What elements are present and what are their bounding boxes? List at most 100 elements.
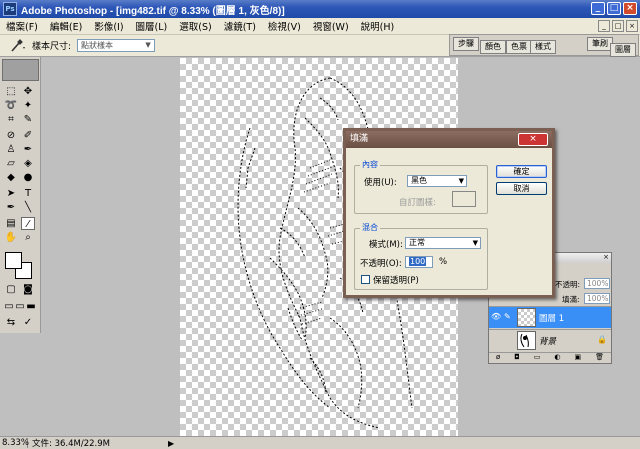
brush-link-icon[interactable]: ✎ xyxy=(504,312,514,324)
doc-restore-button[interactable]: □ xyxy=(612,20,624,32)
mode-label: 模式(M): xyxy=(369,240,403,250)
notes-icon[interactable]: ▤ xyxy=(4,217,18,230)
photoshop-window: Ps Adobe Photoshop - [img482.tif @ 8.33%… xyxy=(0,0,640,449)
history-brush-icon[interactable]: ✒ xyxy=(21,143,35,156)
move-icon[interactable]: ✥ xyxy=(21,85,35,98)
magic-wand-icon[interactable]: ✦ xyxy=(21,99,35,112)
hand-icon[interactable]: ✋ xyxy=(4,231,18,244)
window-title: Adobe Photoshop - [img482.tif @ 8.33% (圖… xyxy=(21,5,285,17)
chevron-down-icon: ▼ xyxy=(458,177,464,185)
doc-close-button[interactable]: × xyxy=(626,20,638,32)
document-controls: _ □ × xyxy=(598,20,638,32)
pen-icon[interactable]: ✒ xyxy=(4,201,18,214)
close-icon[interactable]: × xyxy=(603,253,609,261)
blending-group: 混合 模式(M): 正常 ▼ 不透明(O): 100 % 保留透明(P) xyxy=(354,222,488,290)
eyedropper-tool-icon[interactable]: ⁄ xyxy=(21,217,35,230)
lasso-icon[interactable]: ➰ xyxy=(4,99,18,112)
menu-image[interactable]: 影像(I) xyxy=(88,19,129,33)
new-layer-icon[interactable]: ▣ xyxy=(575,353,582,363)
layer-name: 圖層 1 xyxy=(539,314,565,324)
adobe-feather-icon[interactable] xyxy=(2,59,39,81)
cancel-button[interactable]: 取消 xyxy=(496,182,547,195)
menu-select[interactable]: 選取(S) xyxy=(173,19,217,33)
layer-fill-input[interactable]: 100% xyxy=(584,293,610,304)
check-icon[interactable]: ✓ xyxy=(21,316,35,329)
doc-minimize-button[interactable]: _ xyxy=(598,20,610,32)
mode-value: 正常 xyxy=(409,238,425,247)
layer-row-layer1[interactable]: 👁 ✎ 圖層 1 xyxy=(489,306,611,328)
screen-mode-full-icon[interactable]: ▬ xyxy=(24,300,38,313)
tab-history[interactable]: 步驟 xyxy=(453,37,479,51)
ok-button[interactable]: 確定 xyxy=(496,165,547,178)
jump-to-imageready-icon[interactable]: ⇆ xyxy=(4,316,18,329)
toolbox: ⬚ ✥ ➰ ✦ ⌗ ✎ ⊘ ✐ ♙ ✒ ▱ ◈ ◆ ● ➤ T ✒ ╲ ▤ ⁄ … xyxy=(0,57,41,333)
menu-file[interactable]: 檔案(F) xyxy=(0,19,44,33)
photoshop-logo-icon: Ps xyxy=(3,2,17,16)
eyedropper-icon[interactable] xyxy=(8,38,26,54)
blending-group-title: 混合 xyxy=(360,222,380,233)
minimize-button[interactable]: _ xyxy=(591,2,605,15)
maximize-button[interactable]: □ xyxy=(607,2,621,15)
opacity-input[interactable]: 100 xyxy=(405,256,433,268)
menu-layer[interactable]: 圖層(L) xyxy=(130,19,174,33)
contents-group-title: 內容 xyxy=(360,159,380,170)
crop-icon[interactable]: ⌗ xyxy=(4,113,18,126)
menu-filter[interactable]: 濾鏡(T) xyxy=(218,19,262,33)
status-menu-arrow-icon[interactable]: ▶ xyxy=(168,439,174,448)
menu-help[interactable]: 說明(H) xyxy=(355,19,401,33)
sample-size-label: 樣本尺寸: xyxy=(32,42,72,52)
layers-footer: ø ◘ ▭ ◐ ▣ 🗑 xyxy=(489,352,611,363)
preserve-transparency-checkbox[interactable] xyxy=(361,275,370,284)
dodge-icon[interactable]: ● xyxy=(21,171,35,184)
blur-icon[interactable]: ◆ xyxy=(4,171,18,184)
layer-set-icon[interactable]: ▭ xyxy=(534,353,541,363)
marquee-icon[interactable]: ⬚ xyxy=(4,85,18,98)
eye-toggle-empty[interactable] xyxy=(491,335,501,347)
window-controls: _ □ × xyxy=(591,2,637,15)
link-toggle-empty[interactable] xyxy=(504,335,514,347)
sample-size-select[interactable]: 點狀樣本 ▼ xyxy=(77,39,156,52)
mask-icon[interactable]: ◘ xyxy=(514,353,520,363)
path-selection-icon[interactable]: ➤ xyxy=(4,187,18,200)
layer-style-icon[interactable]: ø xyxy=(496,353,500,363)
tab-styles[interactable]: 樣式 xyxy=(530,40,556,54)
type-tool-icon[interactable]: T xyxy=(21,187,35,200)
chevron-down-icon: ▼ xyxy=(145,41,151,49)
adjustment-layer-icon[interactable]: ◐ xyxy=(554,353,560,363)
eraser-icon[interactable]: ▱ xyxy=(4,157,18,170)
trash-icon[interactable]: 🗑 xyxy=(595,353,604,363)
document-info: 文件: 36.4M/22.9M xyxy=(32,439,110,449)
layer-opacity-input[interactable]: 100% xyxy=(584,278,610,289)
tab-layers[interactable]: 圖層 xyxy=(610,43,636,57)
standard-mode-icon[interactable]: ▢ xyxy=(4,283,18,296)
quickmask-mode-icon[interactable]: ◙ xyxy=(21,283,35,296)
menu-view[interactable]: 檢視(V) xyxy=(262,19,307,33)
status-bar: 8.33% 文件: 36.4M/22.9M ▶ xyxy=(0,436,640,449)
dialog-title-bar[interactable]: 填滿 × xyxy=(346,131,552,148)
line-icon[interactable]: ╲ xyxy=(21,201,35,214)
zoom-icon[interactable]: ⌕ xyxy=(21,231,35,244)
dialog-title: 填滿 xyxy=(350,134,369,144)
menu-edit[interactable]: 編輯(E) xyxy=(44,19,88,33)
use-select[interactable]: 黑色 ▼ xyxy=(407,175,467,187)
eye-icon[interactable]: 👁 xyxy=(491,312,501,324)
tab-swatches[interactable]: 色票 xyxy=(506,40,532,54)
close-button[interactable]: × xyxy=(623,2,637,15)
opacity-label: 不透明(O): xyxy=(360,259,402,269)
sample-size-value: 點狀樣本 xyxy=(81,41,114,50)
healing-brush-icon[interactable]: ⊘ xyxy=(4,129,18,142)
brush-icon[interactable]: ✐ xyxy=(21,129,35,142)
paint-bucket-icon[interactable]: ◈ xyxy=(21,157,35,170)
slice-icon[interactable]: ✎ xyxy=(21,113,35,126)
mode-select[interactable]: 正常 ▼ xyxy=(405,237,481,249)
foreground-color-swatch[interactable] xyxy=(5,252,22,269)
dialog-close-button[interactable]: × xyxy=(518,133,548,146)
layer-thumbnail xyxy=(517,331,536,350)
zoom-level[interactable]: 8.33% xyxy=(0,438,29,448)
clone-stamp-icon[interactable]: ♙ xyxy=(4,143,18,156)
palette-well: 步驟 顏色 色票 樣式 筆刷 圖層 xyxy=(449,34,639,57)
tab-color[interactable]: 顏色 xyxy=(480,40,506,54)
layer-row-background[interactable]: 背景 🔒 xyxy=(489,329,611,351)
menu-window[interactable]: 視窗(W) xyxy=(307,19,355,33)
custom-pattern-swatch xyxy=(452,191,476,207)
